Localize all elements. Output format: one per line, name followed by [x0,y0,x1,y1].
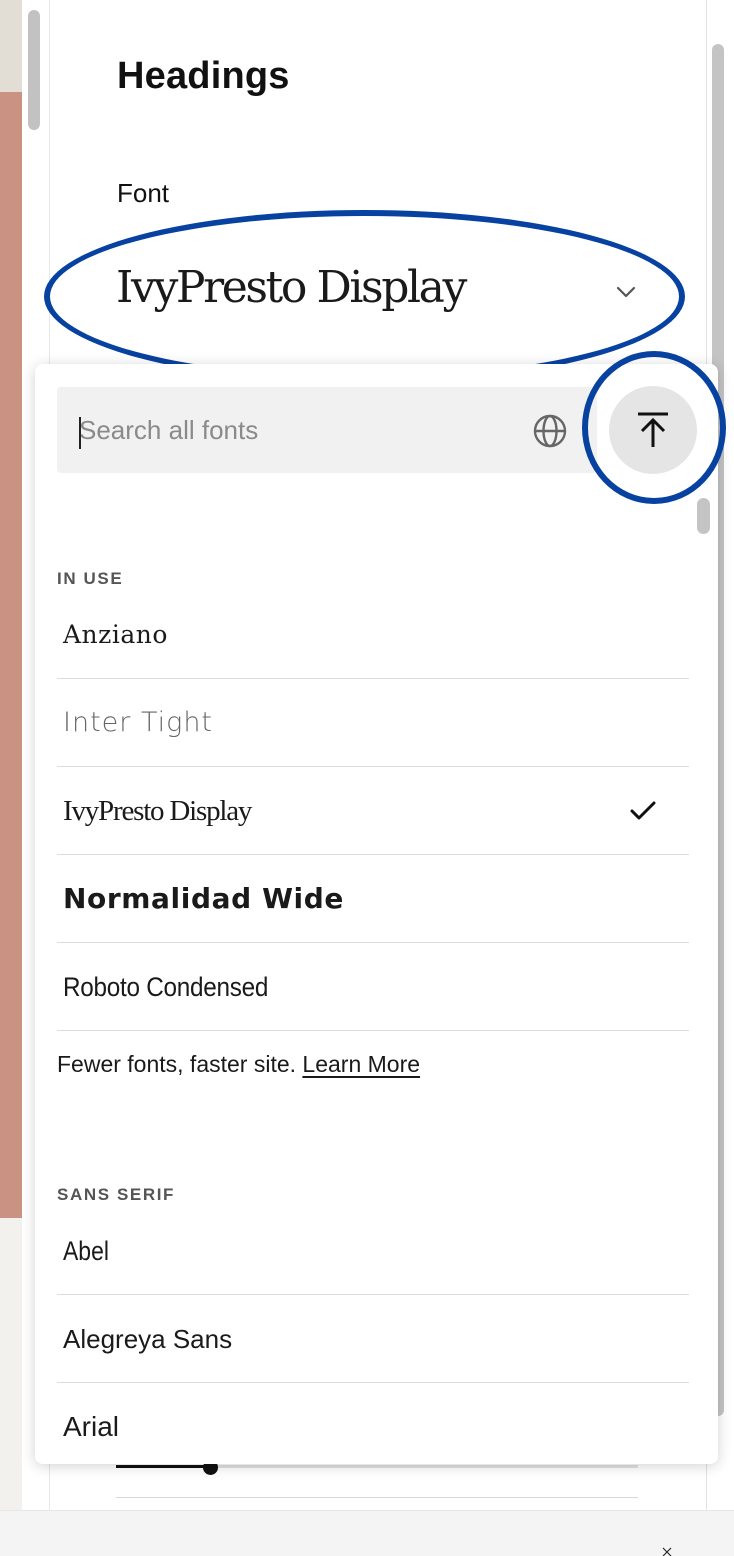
background-page-strip [0,0,22,1556]
font-option-label: Normalidad Wide [63,882,344,915]
font-option-abel[interactable]: Abel [57,1207,689,1295]
font-option-label: Anziano [63,620,168,649]
font-option-label: Arial [63,1411,120,1442]
dropdown-scrollbar-thumb[interactable] [697,498,710,534]
section-label-sans-serif: SANS SERIF [57,1185,176,1204]
globe-icon[interactable] [532,413,568,449]
font-performance-note: Fewer fonts, faster site. Learn More [57,1051,420,1078]
page-scrollbar-thumb[interactable] [28,10,40,130]
font-option-roboto-condensed[interactable]: Roboto Condensed [57,943,689,1031]
scroll-to-top-highlight-annotation [582,351,726,504]
font-search-input[interactable] [79,387,519,473]
font-picker-dropdown: IN USE Anziano Inter Tight IvyPresto Dis… [35,364,718,1464]
background-header-band [0,0,22,92]
learn-more-link[interactable]: Learn More [302,1051,420,1077]
font-option-label: Roboto Condensed [63,972,269,1002]
note-text: Fewer fonts, faster site. [57,1051,297,1077]
font-option-anziano[interactable]: Anziano [57,591,689,679]
font-option-label: IvyPresto Display [63,795,252,827]
divider [116,1497,638,1498]
close-icon[interactable] [652,1545,682,1556]
background-image-edge [0,92,22,1218]
font-option-label: Alegreya Sans [63,1324,233,1354]
checkmark-icon [630,801,656,820]
slider-fill [116,1465,210,1468]
bottom-bar [0,1510,734,1556]
panel-title: Headings [117,55,290,97]
font-option-normalidad-wide[interactable]: Normalidad Wide [57,855,689,943]
font-search-box[interactable] [57,387,597,473]
font-field-label: Font [117,178,170,208]
font-option-alegreya-sans[interactable]: Alegreya Sans [57,1295,689,1383]
font-option-arial[interactable]: Arial [57,1383,689,1464]
font-option-label: Abel [63,1236,109,1266]
section-label-in-use: IN USE [57,569,124,588]
font-option-ivypresto-display[interactable]: IvyPresto Display [57,767,689,855]
font-option-label: Inter Tight [63,707,214,738]
text-caret [79,417,81,449]
font-select-highlight-annotation [44,210,685,383]
font-option-inter-tight[interactable]: Inter Tight [57,679,689,767]
